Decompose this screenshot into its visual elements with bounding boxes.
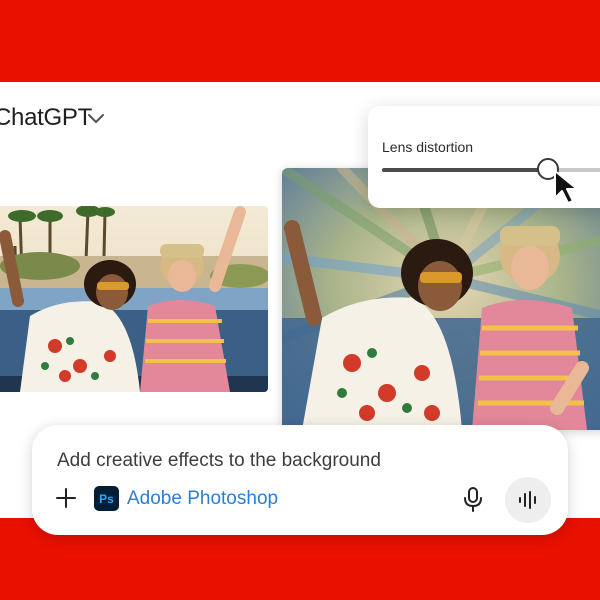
plus-icon[interactable]	[54, 486, 78, 510]
original-photo[interactable]	[0, 206, 268, 392]
voice-waveform-icon	[519, 491, 536, 509]
slider-fill	[382, 168, 548, 172]
cursor-arrow-icon	[554, 170, 578, 204]
top-red-band	[0, 0, 600, 82]
chevron-down-icon[interactable]	[87, 112, 105, 126]
slider-label: Lens distortion	[382, 139, 474, 155]
model-title[interactable]: ChatGPT	[0, 104, 92, 132]
prompt-composer: Add creative effects to the background P…	[32, 425, 568, 535]
voice-mode-button[interactable]	[505, 477, 551, 523]
microphone-icon[interactable]	[462, 486, 484, 512]
app-connector-label[interactable]: Adobe Photoshop	[127, 488, 278, 510]
prompt-input[interactable]: Add creative effects to the background	[57, 450, 381, 472]
photoshop-icon: Ps	[94, 486, 119, 511]
